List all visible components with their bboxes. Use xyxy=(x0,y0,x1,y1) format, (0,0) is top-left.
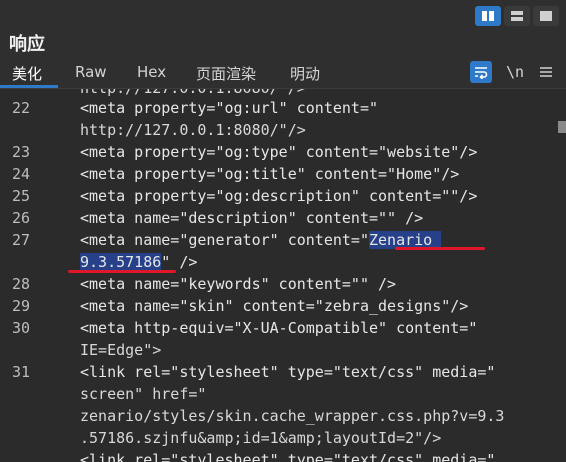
code-line: screen" href=" xyxy=(80,385,207,403)
line-number-gutter: 22 23 24 25 26 27 28 29 30 31 xyxy=(0,89,40,462)
line-number: 22 xyxy=(11,99,30,117)
view-tabs: 美化 Raw Hex 页面渲染 明动 \n xyxy=(0,58,566,89)
code-line: .57186.szjnfu&amp;id=1&amp;layoutId=2"/> xyxy=(80,429,442,447)
tab-raw[interactable]: Raw xyxy=(75,63,107,81)
line-number: 26 xyxy=(11,209,30,227)
line-number: 27 xyxy=(11,231,30,249)
code-line-generator: <meta name="generator" content="Zenario xyxy=(80,229,442,251)
split-vertical-icon[interactable] xyxy=(475,6,501,26)
hamburger-menu-icon[interactable] xyxy=(538,61,554,83)
red-underline-annotation xyxy=(68,270,176,273)
code-line: http://127.0.0.1:8080/"/> xyxy=(80,121,306,139)
code-line: <meta name="description" content="" /> xyxy=(80,209,424,227)
newline-toggle[interactable]: \n xyxy=(506,61,524,83)
single-pane-icon[interactable] xyxy=(533,6,559,26)
line-number: 24 xyxy=(11,165,30,183)
code-text: " /> xyxy=(161,253,198,271)
word-wrap-icon[interactable] xyxy=(470,61,492,83)
code-text: <meta name="generator" content=" xyxy=(80,231,369,249)
code-line: <meta name="skin" content="zebra_designs… xyxy=(80,297,469,315)
code-line: <meta property="og:type" content="websit… xyxy=(80,143,478,161)
layout-toggle-group xyxy=(472,6,559,26)
line-number: 29 xyxy=(11,297,30,315)
tab-hex[interactable]: Hex xyxy=(137,63,166,81)
code-line-partial: <link rel="stylesheet" type="text/css" m… xyxy=(80,451,496,462)
code-line: <meta property="og:title" content="Home"… xyxy=(80,165,460,183)
line-number: 31 xyxy=(11,363,30,381)
scrollbar-thumb[interactable] xyxy=(558,121,566,133)
tab-pretty[interactable]: 美化 xyxy=(12,63,42,84)
code-editor[interactable]: 22 23 24 25 26 27 28 29 30 31 http://127… xyxy=(0,89,566,462)
tab-render[interactable]: 页面渲染 xyxy=(196,63,256,84)
response-header: 响应 xyxy=(0,0,566,60)
line-number: 28 xyxy=(11,275,30,293)
line-number: 23 xyxy=(11,143,30,161)
line-number: 25 xyxy=(11,187,30,205)
code-line: <link rel="stylesheet" type="text/css" m… xyxy=(80,363,496,381)
code-line: <meta http-equiv="X-UA-Compatible" conte… xyxy=(80,319,478,337)
panel-title: 响应 xyxy=(9,34,45,55)
tab-other[interactable]: 明动 xyxy=(290,63,320,84)
code-line: <meta name="keywords" content="" /> xyxy=(80,275,397,293)
line-number: 30 xyxy=(11,319,30,337)
code-line: zenario/styles/skin.cache_wrapper.css.ph… xyxy=(80,407,505,425)
code-line: <meta property="og:url" content=" xyxy=(80,99,379,117)
active-tab-indicator xyxy=(0,85,58,88)
red-underline-annotation xyxy=(395,247,485,250)
code-line: IE=Edge"> xyxy=(80,341,162,359)
vertical-scrollbar[interactable] xyxy=(560,89,566,462)
highlighted-version: 9.3.57186 xyxy=(80,253,162,271)
code-line: <meta property="og:description" content=… xyxy=(80,187,478,205)
split-horizontal-icon[interactable] xyxy=(504,6,530,26)
